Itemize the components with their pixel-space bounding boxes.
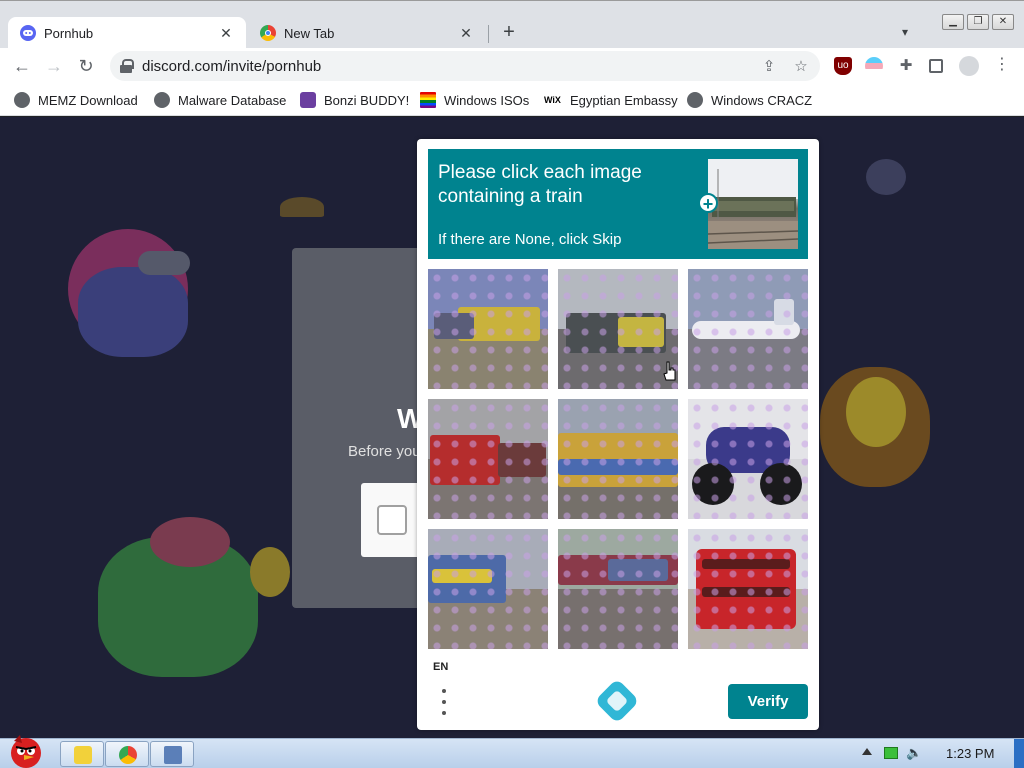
- tab-separator: [488, 25, 489, 43]
- tab-close-icon[interactable]: ✕: [218, 25, 234, 41]
- bookmark-label: Bonzi BUDDY!: [324, 92, 410, 108]
- hcaptcha-logo-icon[interactable]: [594, 678, 640, 724]
- bg-illustration-duck: [250, 547, 290, 597]
- challenge-tile-3[interactable]: [688, 269, 808, 389]
- bonzi-icon: [300, 92, 316, 108]
- challenge-tile-6[interactable]: [688, 399, 808, 519]
- address-bar[interactable]: discord.com/invite/pornhub ⇪ ☆: [110, 51, 820, 81]
- tab-close-icon[interactable]: ✕: [458, 25, 474, 41]
- chrome-menu-icon[interactable]: ⋮: [993, 57, 1011, 75]
- bookmark-label: MEMZ Download: [38, 92, 138, 108]
- challenge-tile-7[interactable]: [428, 529, 548, 649]
- captcha-checkbox[interactable]: [377, 505, 407, 535]
- taskbar-clock[interactable]: 1:23 PM: [946, 746, 994, 761]
- tab-new-tab[interactable]: New Tab ✕: [248, 17, 486, 49]
- restore-button[interactable]: ❐: [967, 14, 989, 30]
- discord-icon: [20, 25, 36, 41]
- challenge-prompt: Please click each image containing a tra…: [428, 149, 808, 259]
- tab-title: New Tab: [284, 25, 335, 41]
- bg-illustration-top-right: [866, 159, 906, 195]
- minimize-button[interactable]: ▁: [942, 14, 964, 30]
- tab-pornhub[interactable]: Pornhub ✕: [8, 17, 246, 49]
- taskbar-chrome-button[interactable]: [105, 741, 149, 767]
- lock-icon[interactable]: [120, 59, 134, 73]
- bookmark-egyptian-embassy[interactable]: WiX Egyptian Embassy: [544, 91, 678, 109]
- battery-icon[interactable]: [884, 747, 898, 759]
- sun-icon: [74, 746, 92, 764]
- rainbow-flag-icon: [420, 92, 436, 108]
- ublock-icon[interactable]: uo: [834, 57, 852, 75]
- bookmark-malware-database[interactable]: Malware Database: [154, 91, 286, 109]
- bookmark-bonzi-buddy[interactable]: Bonzi BUDDY!: [300, 91, 409, 109]
- bookmark-label: Windows CRACZ: [711, 92, 813, 108]
- challenge-tile-2[interactable]: [558, 269, 678, 389]
- challenge-tile-9[interactable]: [688, 529, 808, 649]
- volume-icon[interactable]: 🔈: [906, 746, 922, 759]
- back-button[interactable]: ←: [10, 54, 34, 78]
- globe-icon: [14, 92, 30, 108]
- tab-title: Pornhub: [44, 25, 94, 41]
- new-tab-button[interactable]: +: [498, 21, 520, 43]
- tab-strip: Pornhub ✕ New Tab ✕ + ▾ ▁ ❐ ✕: [0, 0, 1024, 49]
- expand-example-plus-icon[interactable]: +: [698, 193, 718, 214]
- captcha-menu-dots-icon[interactable]: [439, 689, 449, 715]
- bookmark-windows-cracz[interactable]: Windows CRACZ: [687, 91, 812, 109]
- close-window-button[interactable]: ✕: [992, 14, 1014, 30]
- challenge-tile-5[interactable]: [558, 399, 678, 519]
- taskbar-network-button[interactable]: [150, 741, 194, 767]
- trans-flag-extension-icon[interactable]: [865, 57, 883, 75]
- side-panel-icon[interactable]: [929, 59, 943, 73]
- profile-avatar-icon[interactable]: [959, 56, 979, 76]
- hcaptcha-challenge: Please click each image containing a tra…: [417, 139, 819, 730]
- invite-subtext: Before you: [348, 443, 421, 460]
- challenge-tile-4[interactable]: [428, 399, 548, 519]
- bookmark-label: Egyptian Embassy: [570, 92, 678, 108]
- url-text[interactable]: discord.com/invite/pornhub: [142, 58, 321, 75]
- prompt-subtitle: If there are None, click Skip: [438, 231, 622, 248]
- computer-icon: [164, 746, 182, 764]
- browser-toolbar: ← → ↻ discord.com/invite/pornhub ⇪ ☆ uo …: [0, 48, 1024, 84]
- hand-cursor-icon: [663, 361, 676, 381]
- start-angry-bird-icon[interactable]: [4, 733, 48, 768]
- example-train-image[interactable]: [708, 159, 798, 249]
- bg-illustration-left-figure: [78, 267, 188, 357]
- bg-bird: [280, 197, 324, 217]
- forward-button[interactable]: →: [42, 54, 66, 78]
- bookmark-label: Windows ISOs: [444, 92, 530, 108]
- window-controls: ▁ ❐ ✕: [942, 14, 1014, 30]
- taskbar: 🔈 1:23 PM: [0, 735, 1024, 768]
- bookmark-memz-download[interactable]: MEMZ Download: [14, 91, 138, 109]
- show-desktop-button[interactable]: [1014, 739, 1024, 768]
- chrome-icon: [119, 746, 137, 764]
- wix-icon: WiX: [544, 95, 561, 105]
- prompt-title: Please click each image containing a tra…: [438, 162, 642, 207]
- tray-expand-icon[interactable]: [862, 748, 872, 755]
- bookmark-label: Malware Database: [178, 92, 287, 108]
- challenge-tile-8[interactable]: [558, 529, 678, 649]
- globe-icon: [687, 92, 703, 108]
- taskbar-explorer-button[interactable]: [60, 741, 104, 767]
- challenge-tile-1[interactable]: [428, 269, 548, 389]
- verify-button[interactable]: Verify: [728, 684, 808, 719]
- bg-illustration-right-face: [846, 377, 906, 447]
- chrome-icon: [260, 25, 276, 41]
- tab-search-chevron-icon[interactable]: ▾: [896, 23, 914, 41]
- screen: Pornhub ✕ New Tab ✕ + ▾ ▁ ❐ ✕ ← → ↻ disc…: [0, 0, 1024, 768]
- extensions-puzzle-icon[interactable]: ✚: [897, 57, 915, 75]
- bg-illustration-bottom-left-hair: [150, 517, 230, 567]
- globe-icon: [154, 92, 170, 108]
- bg-speech-bubble: [138, 251, 190, 275]
- language-selector[interactable]: EN: [433, 661, 448, 673]
- share-icon[interactable]: ⇪: [760, 58, 778, 76]
- bookmark-windows-isos[interactable]: Windows ISOs: [420, 91, 529, 109]
- bookmarks-bar: MEMZ Download Malware Database Bonzi BUD…: [0, 84, 1024, 116]
- reload-button[interactable]: ↻: [74, 54, 98, 78]
- bookmark-star-icon[interactable]: ☆: [792, 58, 810, 76]
